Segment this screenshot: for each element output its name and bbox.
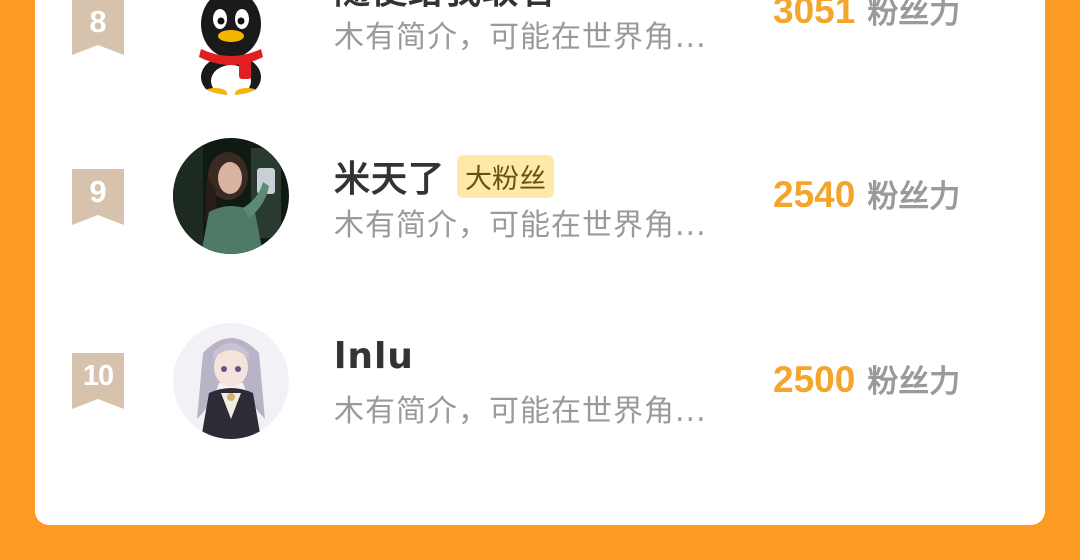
rank-badge: 9 <box>72 169 124 225</box>
score-unit: 粉丝力 <box>867 364 961 400</box>
list-item[interactable]: 10 lnlu 木有简介，可能在世界角... 2500 粉丝力 <box>35 323 1045 480</box>
user-bio: 木有简介，可能在世界角... <box>334 20 707 55</box>
user-bio: 木有简介，可能在世界角... <box>334 394 707 429</box>
fan-score: 2540 <box>773 174 856 215</box>
user-name[interactable]: 米天了 <box>334 150 445 202</box>
rank-badge: 10 <box>72 353 124 409</box>
list-item[interactable]: 8 随便给我取名 木有简介，可能在世界角... <box>35 0 1045 112</box>
fan-score: 2500 <box>773 359 856 400</box>
list-item[interactable]: 9 米天了 大粉丝 木有简介，可能在世界角... 2540 粉丝力 <box>35 138 1045 295</box>
score-unit: 粉丝力 <box>867 0 961 31</box>
anime-character-icon <box>173 323 289 439</box>
avatar[interactable] <box>173 0 289 95</box>
fan-score: 3051 <box>773 0 856 31</box>
avatar[interactable] <box>173 138 289 254</box>
penguin-icon <box>173 0 289 95</box>
score-unit: 粉丝力 <box>867 179 961 215</box>
rank-number: 9 <box>89 174 107 209</box>
rank-number: 10 <box>82 360 114 392</box>
girl-photo-icon <box>173 138 289 254</box>
avatar[interactable] <box>173 323 289 439</box>
fan-level-badge: 大粉丝 <box>457 154 555 198</box>
rank-number: 8 <box>89 4 107 39</box>
user-bio: 木有简介，可能在世界角... <box>334 208 707 243</box>
rank-badge: 8 <box>72 0 124 55</box>
user-name[interactable]: lnlu <box>334 336 414 377</box>
ranking-card: 8 随便给我取名 木有简介，可能在世界角... <box>35 0 1045 525</box>
